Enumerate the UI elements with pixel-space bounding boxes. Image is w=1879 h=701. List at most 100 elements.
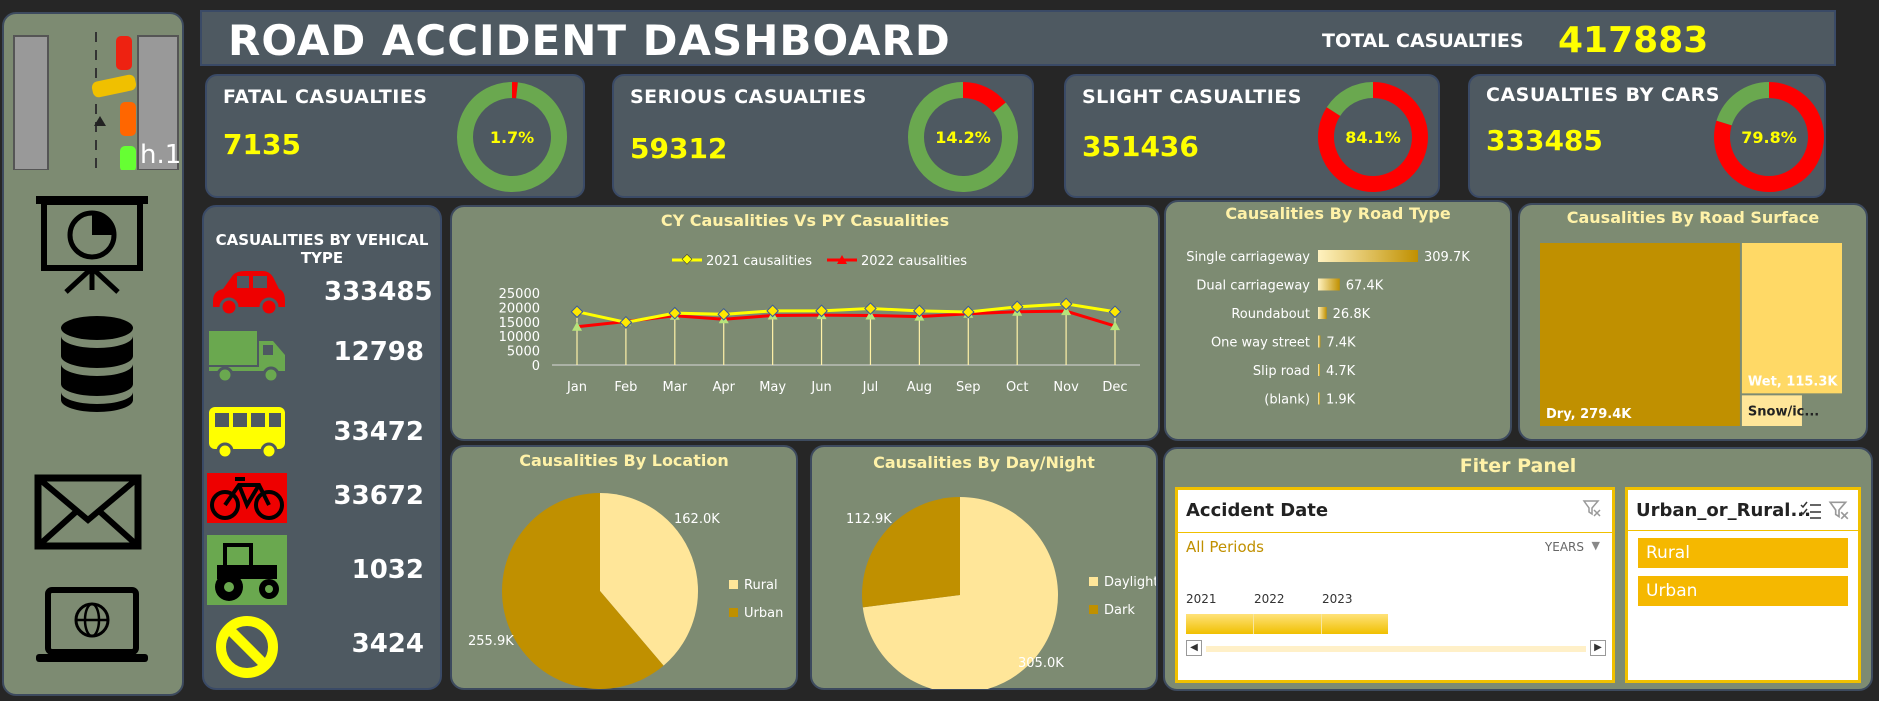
treemap-tile [1741,243,1842,394]
slicer-item-urban[interactable]: Urban [1638,576,1848,606]
bar [1318,335,1321,348]
timeline-level-label[interactable]: YEARS [1545,540,1584,554]
urban-rural-slicer[interactable]: Urban_or_Rural... Rural Urban [1625,487,1861,683]
clear-filter-icon[interactable] [1828,499,1850,521]
treemap-label: Snow/ic... [1748,405,1819,420]
y-tick-label: 25000 [499,287,540,302]
bar-category-label: Slip road [1253,364,1310,379]
total-casualties-value: 417883 [1558,20,1709,61]
clear-filter-icon[interactable] [1582,498,1602,518]
tractor-icon [207,535,287,605]
kpi-value: 333485 [1486,124,1603,157]
bar-data-label: 4.7K [1326,364,1356,379]
multi-select-icon[interactable] [1800,500,1822,520]
pie-data-label: 112.9K [846,512,892,527]
x-tick-label: Jun [810,380,831,395]
bus-icon [209,407,285,460]
no-entry-icon [216,616,278,678]
data-point [912,304,926,318]
x-tick-label: Apr [712,380,735,395]
chevron-down-icon[interactable]: ▼ [1592,539,1600,552]
scroll-right-icon[interactable]: ▶ [1590,640,1606,656]
donut-filled-segment [962,82,1006,113]
road-type-panel: Causalities By Road Type Single carriage… [1164,200,1512,441]
pie-data-label: 305.0K [1018,656,1064,671]
line-chart-panel: CY Causalities Vs PY Casualities 2021 ca… [450,205,1160,441]
dashboard-header: ROAD ACCIDENT DASHBOARD TOTAL CASUALTIES… [200,10,1836,66]
y-tick-label: 20000 [499,301,540,316]
bar [1318,278,1340,291]
vehicle-panel-title: CASUALITIES BY VEHICAL TYPE [215,231,429,267]
treemap-label: Dry, 279.4K [1546,407,1632,422]
road-type-title: Causalities By Road Type [1225,204,1451,223]
donut-percent-label: 1.7% [490,128,534,147]
legend-label: 2022 causalities [861,254,967,269]
donut-percent-label: 14.2% [935,128,991,147]
presentation-chart-icon[interactable] [32,194,162,294]
slicer-item-rural[interactable]: Rural [1638,538,1848,568]
accident-date-timeline[interactable]: Accident Date All Periods YEARS ▼ 2021 2… [1175,487,1615,683]
vehicle-value-bicycle: 33672 [333,481,424,511]
x-tick-label: Jul [862,380,879,395]
day-night-pie-chart: 305.0K 112.9K Daylight Dark [846,497,1156,689]
x-tick-label: Sep [956,380,981,395]
scroll-left-icon[interactable]: ◀ [1186,640,1202,656]
location-title: Causalities By Location [519,451,729,470]
x-tick-label: Aug [907,380,932,395]
kpi-label: SLIGHT CASUALTIES [1082,86,1302,108]
line-chart: 2021 causalities 2022 causalities 25000200… [499,253,1140,395]
bar-category-label: Roundabout [1231,307,1310,322]
data-point [570,305,584,319]
legend-swatch [1089,577,1098,586]
database-icon[interactable] [32,314,162,414]
kpi-donut: 79.8% [1714,82,1824,192]
sidebar: h.1 [2,12,184,696]
legend-label: 2021 causalities [706,254,812,269]
vehicle-value-bus: 33472 [333,417,424,447]
kpi-label: FATAL CASUALTIES [223,86,428,108]
bar-data-label: 67.4K [1346,279,1384,294]
x-tick-label: Nov [1053,380,1079,395]
timeline-year: 2022 [1254,592,1285,606]
legend-swatch [1089,605,1098,614]
bar [1318,392,1320,405]
road-type-bar-chart: Single carriageway 309.7K Dual carriageway… [1186,250,1470,408]
data-point [619,316,633,329]
timeline-year: 2023 [1322,592,1353,606]
treemap-label: Wet, 115.3K [1748,374,1838,389]
vehicle-value-other: 3424 [351,629,424,659]
kpi-donut: 1.7% [457,82,567,192]
pie-data-label: 162.0K [674,512,720,527]
bar-category-label: Single carriageway [1186,250,1310,265]
filter-panel: Fiter Panel Accident Date All Periods YE… [1163,447,1873,691]
kpi-label: SERIOUS CASUALTIES [630,86,867,108]
timeline-year: 2021 [1186,592,1217,606]
day-night-panel: Causalities By Day/Night 305.0K 112.9K Day… [810,445,1158,690]
vehicle-value-truck: 12798 [333,337,424,367]
timeline-scrollbar[interactable]: ◀ ▶ [1186,640,1606,658]
legend-label: Daylight [1104,575,1156,590]
bar [1318,250,1418,262]
bar-data-label: 1.9K [1326,393,1356,408]
data-point [864,302,877,315]
legend-swatch [729,580,738,589]
car-icon [213,271,285,317]
x-tick-label: Mar [663,380,688,395]
timeline-title: Accident Date [1186,500,1329,521]
kpi-card-slight: SLIGHT CASUALTIES 351436 84.1% [1064,74,1440,198]
line-chart-title: CY Causalities Vs PY Casualities [660,211,950,230]
mail-icon[interactable] [32,464,162,564]
kpi-value: 59312 [630,132,728,165]
pie-data-label: 255.9K [468,634,514,649]
series-line [576,309,1116,329]
bar [1318,307,1327,319]
legend-swatch [729,608,738,617]
timeline-selection-bar[interactable] [1186,614,1388,634]
donut-percent-label: 79.8% [1741,128,1797,147]
data-point [1059,297,1073,311]
location-pie-chart: 162.0K 255.9K Rural Urban [468,493,783,689]
vehicle-type-panel: CASUALITIES BY VEHICAL TYPE 333485 12798… [202,205,442,690]
laptop-globe-icon[interactable] [32,584,162,684]
bar [1318,364,1320,376]
kpi-donut: 84.1% [1318,82,1428,192]
